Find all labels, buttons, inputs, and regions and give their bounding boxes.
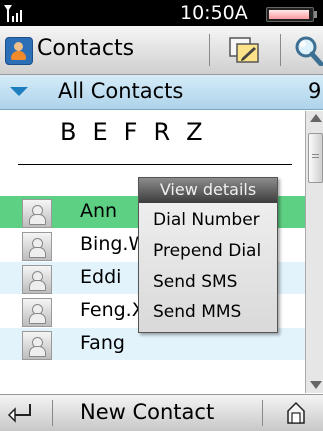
contacts-app-icon: [5, 37, 33, 65]
divider: [209, 34, 210, 66]
scroll-down-arrow-icon[interactable]: [310, 381, 322, 389]
index-letter[interactable]: Z: [186, 118, 202, 146]
status-bar: 10:50A: [0, 0, 323, 26]
home-icon[interactable]: [286, 401, 306, 425]
index-letter[interactable]: B: [60, 118, 76, 146]
avatar-icon: [22, 265, 52, 294]
search-icon[interactable]: [292, 34, 323, 66]
group-header[interactable]: All Contacts 9: [0, 75, 323, 110]
menu-item-dial-number[interactable]: Dial Number: [153, 210, 260, 230]
context-menu: View details Dial Number Prepend Dial Se…: [138, 177, 278, 333]
group-count: 9: [308, 79, 322, 103]
bottom-bar: New Contact: [0, 394, 323, 431]
contact-name: Ann: [80, 200, 118, 222]
signal-icon: [4, 5, 22, 22]
contact-name: Eddi: [80, 266, 122, 288]
scrollbar[interactable]: [305, 111, 323, 393]
edit-icon[interactable]: [228, 36, 262, 64]
index-letter[interactable]: F: [124, 118, 138, 146]
divider: [280, 34, 281, 66]
battery-icon: [266, 7, 317, 22]
divider: [262, 400, 263, 426]
avatar-icon: [22, 298, 52, 327]
title-bar: Contacts: [0, 26, 323, 75]
index-divider: [18, 164, 292, 165]
index-letter[interactable]: R: [153, 118, 170, 146]
new-contact-button[interactable]: New Contact: [80, 400, 214, 424]
expand-triangle-icon: [10, 87, 28, 96]
scroll-up-arrow-icon[interactable]: [310, 114, 322, 122]
avatar-icon: [22, 331, 52, 360]
contact-name: Fang: [80, 332, 125, 354]
menu-item-send-sms[interactable]: Send SMS: [153, 272, 237, 292]
index-letter[interactable]: E: [92, 118, 107, 146]
avatar-icon: [22, 199, 52, 228]
avatar-icon: [22, 232, 52, 261]
group-label: All Contacts: [58, 79, 184, 103]
menu-item-send-mms[interactable]: Send MMS: [153, 302, 241, 322]
scroll-thumb[interactable]: [308, 133, 323, 183]
alphabet-index: BEFRZ: [60, 118, 219, 146]
divider: [52, 400, 53, 426]
clock: 10:50A: [180, 2, 248, 24]
page-title: Contacts: [37, 36, 135, 61]
menu-item-view-details[interactable]: View details: [139, 178, 277, 203]
menu-item-prepend-dial[interactable]: Prepend Dial: [153, 241, 261, 261]
back-icon[interactable]: [6, 402, 34, 424]
